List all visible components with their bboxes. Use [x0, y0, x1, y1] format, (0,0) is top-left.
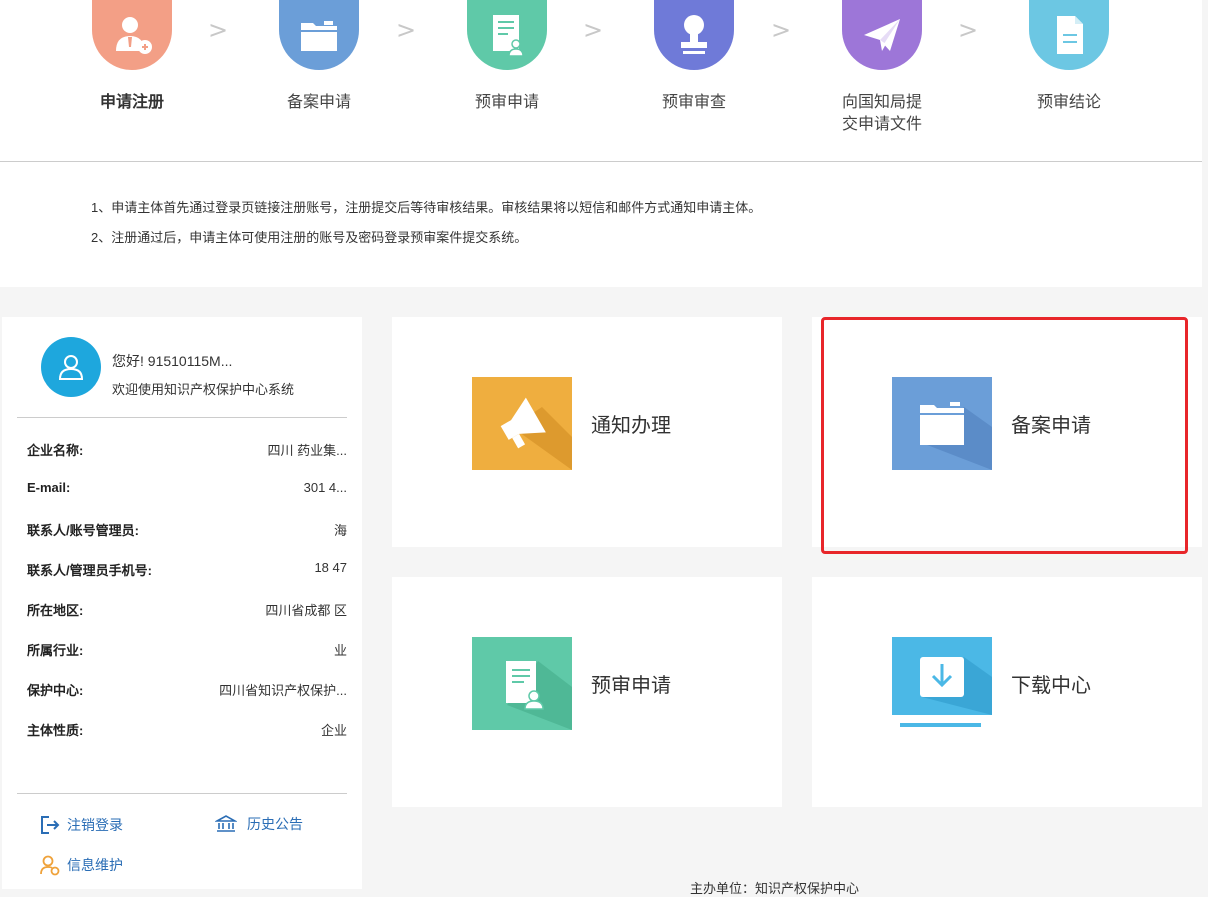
step-filing-label: 备案申请 — [286, 94, 351, 111]
step-conclusion-label: 预审结论 — [1036, 94, 1101, 111]
welcome-text: 欢迎使用知识产权保护中心系统 — [112, 382, 295, 397]
step-conclusion-circle — [1029, 0, 1109, 70]
card-divider — [17, 417, 347, 418]
footer-sponsor: 主办单位：知识产权保护中心 — [690, 881, 860, 896]
logout-link[interactable]: 注销登录 — [39, 814, 123, 836]
user-icon — [58, 355, 84, 380]
step-conclusion: 预审结论 — [989, 0, 1149, 114]
info-row-entity-type: 主体性质: 企业 — [27, 720, 347, 740]
info-key: 联系人/管理员手机号: — [27, 563, 152, 578]
download-tray-bar — [900, 723, 981, 727]
info-maintenance-label: 信息维护 — [67, 857, 123, 873]
user-settings-icon — [40, 855, 60, 876]
bank-icon — [215, 815, 237, 832]
step-separator: > — [208, 16, 229, 44]
step-pre-review-apply: 预审申请 — [427, 0, 587, 114]
step-register-circle — [92, 0, 172, 70]
info-value: 四川 药业集... — [267, 443, 347, 458]
step-filing-circle — [279, 0, 359, 70]
info-row-center: 保护中心: 四川省知识产权保护... — [27, 680, 347, 700]
info-value: 海 — [333, 523, 347, 538]
step-separator: > — [396, 16, 417, 44]
info-key: 保护中心: — [27, 683, 84, 698]
tile-filing-label: 备案申请 — [1011, 415, 1091, 437]
info-key: 联系人/账号管理员: — [27, 523, 139, 538]
info-value: 18 47 — [314, 560, 347, 575]
step-pre-review-exam-label: 预审审查 — [661, 94, 726, 111]
info-key: 企业名称: — [27, 443, 84, 458]
avatar — [41, 337, 101, 397]
steps-divider — [0, 161, 1202, 162]
step-filing: 备案申请 — [239, 0, 399, 114]
info-row-company: 企业名称: 四川 药业集... — [27, 440, 347, 460]
info-row-contact: 联系人/账号管理员: 海 — [27, 520, 347, 540]
info-value: 企业 — [320, 723, 347, 738]
step-separator: > — [771, 16, 792, 44]
stamp-icon — [681, 15, 707, 54]
info-row-email: E-mail: 301 4... — [27, 480, 347, 500]
tile-download-label: 下载中心 — [1011, 675, 1091, 697]
greeting-text: 您好! 91510115M... — [112, 353, 233, 369]
card-divider — [17, 793, 347, 794]
tile-notice-label: 通知办理 — [591, 415, 671, 437]
user-info-card: 您好! 91510115M... 欢迎使用知识产权保护中心系统 企业名称: 四川… — [2, 317, 362, 889]
tile-download-icon-box — [892, 637, 992, 715]
user-add-icon — [116, 17, 152, 54]
download-icon — [920, 657, 992, 715]
step-separator: > — [583, 16, 604, 44]
logout-label: 注销登录 — [67, 817, 123, 833]
step-separator: > — [958, 16, 979, 44]
file-icon — [1057, 16, 1083, 54]
history-notice-link[interactable]: 历史公告 — [215, 814, 303, 834]
note-line: 1、申请主体首先通过登录页链接注册账号，注册提交后等待审核结果。审核结果将以短信… — [91, 200, 762, 215]
folder-icon — [301, 21, 337, 51]
info-key: 所属行业: — [27, 643, 84, 658]
info-key: E-mail: — [27, 480, 71, 495]
tile-filing-icon-box — [892, 377, 992, 470]
folder-icon — [920, 402, 992, 470]
info-row-phone: 联系人/管理员手机号: 18 47 — [27, 560, 347, 580]
step-pre-review-apply-label: 预审申请 — [474, 94, 539, 111]
tile-pre-review-application[interactable]: 预审申请 — [392, 577, 782, 807]
step-register: 申请注册 — [52, 0, 212, 114]
tile-notice-icon-box — [472, 377, 572, 470]
step-pre-review-apply-circle — [467, 0, 547, 70]
info-value: 四川省成都 区 — [265, 603, 347, 618]
paper-plane-icon — [864, 19, 900, 51]
tile-download-center[interactable]: 下载中心 — [812, 577, 1202, 807]
info-row-industry: 所属行业: 业 — [27, 640, 347, 660]
info-row-region: 所在地区: 四川省成都 区 — [27, 600, 347, 620]
info-value: 301 4... — [303, 480, 347, 495]
document-user-icon — [506, 661, 572, 730]
registration-notes: 1、申请主体首先通过登录页链接注册账号，注册提交后等待审核结果。审核结果将以短信… — [91, 193, 761, 253]
tile-pre-review-label: 预审申请 — [591, 675, 671, 697]
step-submit-cnipa-circle — [842, 0, 922, 70]
logout-icon — [41, 816, 60, 834]
step-register-label: 申请注册 — [99, 94, 164, 111]
note-line: 2、注册通过后，申请主体可使用注册的账号及密码登录预审案件提交系统。 — [91, 230, 528, 245]
megaphone-icon — [500, 397, 572, 470]
info-value: 业 — [333, 643, 347, 658]
step-submit-cnipa-label: 向国知局提交申请文件 — [841, 94, 922, 133]
info-key: 所在地区: — [27, 603, 84, 618]
info-maintenance-link[interactable]: 信息维护 — [39, 854, 123, 876]
tile-pre-review-icon-box — [472, 637, 572, 730]
info-value: 四川省知识产权保护... — [219, 683, 347, 698]
info-key: 主体性质: — [27, 723, 84, 738]
history-notice-label: 历史公告 — [247, 816, 303, 832]
step-submit-cnipa: 向国知局提交申请文件 — [802, 0, 962, 136]
tile-filing-application[interactable]: 备案申请 — [812, 317, 1202, 547]
tile-notice-handling[interactable]: 通知办理 — [392, 317, 782, 547]
step-pre-review-exam: 预审审查 — [614, 0, 774, 114]
process-steps-panel: 申请注册 > 备案申请 > 预审申请 > 预审审查 > 向国知局提交申请文件 >… — [0, 0, 1202, 287]
document-user-icon — [493, 15, 524, 57]
step-pre-review-exam-circle — [654, 0, 734, 70]
